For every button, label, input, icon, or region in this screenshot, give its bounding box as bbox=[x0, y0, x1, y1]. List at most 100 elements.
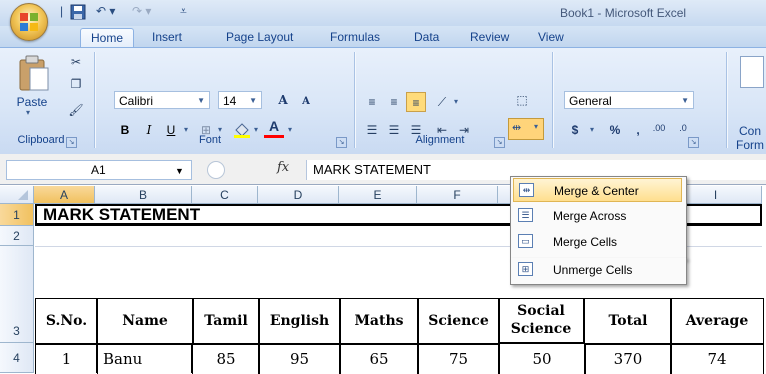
font-name-combo[interactable]: Calibri ▼ bbox=[114, 91, 210, 109]
data-cell-average[interactable]: 74 bbox=[670, 343, 764, 374]
underline-dropdown-icon[interactable]: ▾ bbox=[184, 125, 188, 134]
paste-dropdown-icon[interactable]: ▾ bbox=[26, 108, 30, 117]
name-box[interactable]: A1 ▼ bbox=[6, 160, 192, 180]
merge-center-icon: ⇹ bbox=[519, 183, 534, 197]
font-launcher-icon[interactable]: ↘ bbox=[336, 137, 347, 148]
increase-decimal-button[interactable]: .00 bbox=[648, 118, 670, 138]
chevron-down-icon: ▼ bbox=[197, 96, 205, 105]
column-header-a[interactable]: A bbox=[34, 186, 95, 204]
column-header-c[interactable]: C bbox=[192, 186, 258, 204]
menu-item-merge-cells[interactable]: ▭ Merge Cells bbox=[513, 230, 682, 254]
customize-qat-icon[interactable]: ⩡ bbox=[180, 4, 187, 20]
menu-item-unmerge-cells[interactable]: ⊞ Unmerge Cells bbox=[513, 258, 682, 282]
row-header-1[interactable]: 1 bbox=[0, 204, 34, 226]
paste-button[interactable]: Paste bbox=[12, 92, 52, 112]
italic-button[interactable]: I bbox=[138, 120, 160, 140]
chevron-down-icon: ▼ bbox=[249, 96, 257, 105]
data-cell-science[interactable]: 75 bbox=[417, 343, 500, 374]
row-header-2[interactable]: 2 bbox=[0, 226, 34, 246]
data-cell-total[interactable]: 370 bbox=[584, 343, 672, 374]
select-all-triangle-icon bbox=[18, 190, 28, 200]
chevron-down-icon: ▾ bbox=[534, 122, 539, 131]
alignment-launcher-icon[interactable]: ↘ bbox=[494, 137, 505, 148]
format-painter-icon[interactable]: 🖌 bbox=[66, 100, 86, 120]
data-cell-tamil[interactable]: 85 bbox=[192, 343, 260, 374]
chevron-down-icon: ▼ bbox=[681, 96, 689, 105]
currency-button[interactable]: $ bbox=[564, 120, 586, 140]
font-color-dropdown-icon[interactable]: ▾ bbox=[288, 125, 292, 134]
fill-color-dropdown-icon[interactable]: ▾ bbox=[254, 125, 258, 134]
orientation-icon[interactable]: ⟋ bbox=[432, 92, 452, 112]
shrink-font-button[interactable]: A bbox=[296, 92, 316, 112]
undo-icon[interactable]: ↶ ▾ bbox=[96, 4, 115, 20]
copy-icon[interactable]: ❐ bbox=[66, 74, 86, 94]
merge-center-button[interactable]: ⇹ ▾ bbox=[508, 118, 544, 140]
header-cell-science[interactable]: Science bbox=[417, 298, 500, 345]
font-group-label: Font bbox=[198, 134, 221, 146]
header-cell-maths[interactable]: Maths bbox=[339, 298, 419, 345]
name-box-value: A1 bbox=[91, 163, 106, 177]
unmerge-cells-icon: ⊞ bbox=[518, 262, 533, 276]
decrease-decimal-button[interactable]: .0 bbox=[672, 118, 694, 138]
save-icon[interactable] bbox=[70, 4, 86, 20]
percent-button[interactable]: % bbox=[604, 120, 626, 140]
comma-button[interactable]: , bbox=[630, 120, 646, 140]
row-header-3[interactable]: 3 bbox=[0, 246, 34, 343]
conditional-formatting-label-2[interactable]: Form bbox=[734, 138, 766, 152]
redo-icon[interactable]: ↷ ▾ bbox=[132, 4, 151, 20]
column-header-d[interactable]: D bbox=[258, 186, 339, 204]
tab-insert[interactable]: Insert bbox=[142, 28, 192, 47]
paste-icon[interactable] bbox=[18, 54, 50, 92]
align-middle-icon[interactable]: ≡ bbox=[384, 92, 404, 112]
column-header-f[interactable]: F bbox=[417, 186, 498, 204]
tab-formulas[interactable]: Formulas bbox=[320, 28, 390, 47]
orientation-dropdown-icon[interactable]: ▾ bbox=[454, 97, 458, 106]
merge-cells-icon: ▭ bbox=[518, 234, 533, 248]
header-cell-name[interactable]: Name bbox=[96, 298, 194, 345]
chevron-down-icon[interactable]: ▼ bbox=[175, 162, 184, 180]
tab-page-layout[interactable]: Page Layout bbox=[216, 28, 303, 47]
tab-data[interactable]: Data bbox=[404, 28, 449, 47]
header-cell-sno[interactable]: S.No. bbox=[35, 298, 98, 345]
column-header-b[interactable]: B bbox=[95, 186, 192, 204]
menu-item-merge-across[interactable]: ☰ Merge Across bbox=[513, 204, 682, 228]
data-cell-maths[interactable]: 65 bbox=[339, 343, 419, 374]
bold-button[interactable]: B bbox=[114, 120, 136, 140]
align-bottom-icon[interactable]: ≡ bbox=[406, 92, 426, 112]
insert-function-button[interactable]: fx bbox=[277, 160, 289, 175]
data-cell-social-science[interactable]: 50 bbox=[498, 343, 586, 374]
data-cell-sno[interactable]: 1 bbox=[35, 343, 98, 374]
number-format-combo[interactable]: General ▼ bbox=[564, 91, 694, 109]
currency-dropdown-icon[interactable]: ▾ bbox=[590, 125, 594, 134]
column-header-e[interactable]: E bbox=[339, 186, 417, 204]
office-button[interactable] bbox=[10, 3, 48, 41]
number-launcher-icon[interactable]: ↘ bbox=[688, 137, 699, 148]
header-cell-total[interactable]: Total bbox=[584, 298, 672, 345]
data-cell-name[interactable]: Banu bbox=[96, 343, 192, 373]
font-name-value: Calibri bbox=[119, 94, 154, 108]
borders-dropdown-icon[interactable]: ▾ bbox=[218, 125, 222, 134]
group-separator bbox=[94, 52, 95, 148]
align-left-icon[interactable]: ☰ bbox=[362, 120, 382, 140]
menu-item-merge-center[interactable]: ⇹ Merge & Center bbox=[513, 178, 682, 202]
tab-review[interactable]: Review bbox=[460, 28, 519, 47]
cut-icon[interactable]: ✂ bbox=[66, 52, 86, 72]
tab-view[interactable]: View bbox=[528, 28, 574, 47]
wrap-text-icon[interactable]: ⬚ bbox=[512, 90, 532, 110]
row-header-4[interactable]: 4 bbox=[0, 343, 34, 373]
font-size-combo[interactable]: 14 ▼ bbox=[218, 91, 262, 109]
font-color-button[interactable]: A bbox=[264, 118, 284, 138]
align-top-icon[interactable]: ≡ bbox=[362, 92, 382, 112]
select-all-button[interactable] bbox=[0, 186, 34, 204]
header-cell-social-science[interactable]: Social Science bbox=[498, 298, 584, 343]
grow-font-button[interactable]: A bbox=[270, 90, 296, 110]
data-cell-english[interactable]: 95 bbox=[258, 343, 341, 374]
conditional-formatting-label-1[interactable]: Con bbox=[734, 124, 766, 138]
header-cell-average[interactable]: Average bbox=[670, 298, 764, 345]
header-cell-tamil[interactable]: Tamil bbox=[192, 298, 260, 345]
underline-button[interactable]: U bbox=[160, 120, 182, 140]
tab-home[interactable]: Home bbox=[80, 28, 135, 48]
clipboard-launcher-icon[interactable]: ↘ bbox=[66, 137, 77, 148]
conditional-formatting-icon[interactable] bbox=[740, 56, 764, 88]
header-cell-english[interactable]: English bbox=[258, 298, 341, 345]
